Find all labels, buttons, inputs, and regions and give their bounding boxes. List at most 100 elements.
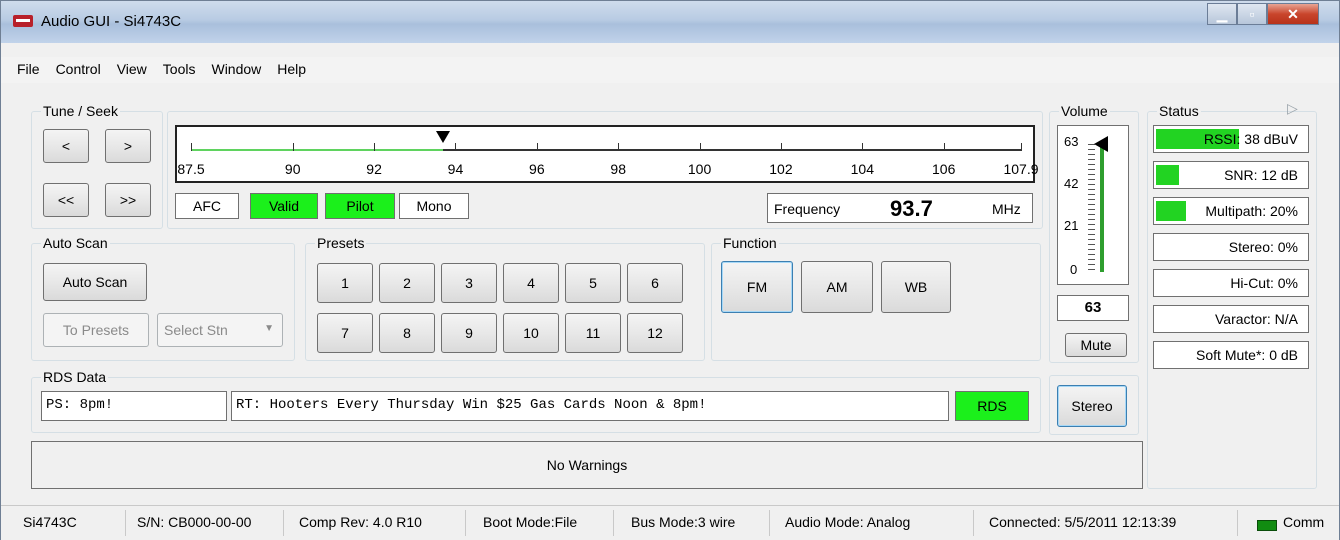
function-am-button[interactable]: AM — [801, 261, 873, 313]
function-wb-button[interactable]: WB — [881, 261, 951, 313]
frequency-value: 93.7 — [890, 196, 933, 221]
expand-arrow-icon[interactable]: ▷ — [1287, 100, 1298, 117]
status-field: Multipath: 20% — [1153, 197, 1309, 225]
frequency-unit: MHz — [992, 201, 1021, 217]
rds-rt-field: RT: Hooters Every Thursday Win $25 Gas C… — [231, 391, 949, 421]
tuner-tick-label: 92 — [366, 161, 382, 177]
afc-indicator: AFC — [175, 193, 239, 219]
tuner-tick-mark — [699, 143, 701, 151]
volume-tick-0: 0 — [1070, 262, 1078, 277]
status-field: SNR: 12 dB — [1153, 161, 1309, 189]
preset-button-8[interactable]: 8 — [379, 313, 435, 353]
window-title: Audio GUI - Si4743C — [41, 13, 182, 30]
statusbar-comp-rev: Comp Rev: 4.0 R10 — [299, 514, 422, 530]
warnings-bar: No Warnings — [31, 441, 1143, 489]
preset-button-9[interactable]: 9 — [441, 313, 497, 353]
preset-button-1[interactable]: 1 — [317, 263, 373, 303]
close-button[interactable]: ✕ — [1267, 3, 1319, 25]
valid-indicator: Valid — [250, 193, 318, 219]
status-field-text: SNR: 12 dB — [1224, 167, 1298, 183]
statusbar-chip: Si4743C — [23, 514, 77, 530]
status-level-bar — [1156, 201, 1186, 221]
to-presets-button[interactable]: To Presets — [43, 313, 149, 347]
status-field: RSSI: 38 dBuV — [1153, 125, 1309, 153]
function-label: Function — [721, 235, 779, 251]
preset-button-10[interactable]: 10 — [503, 313, 559, 353]
status-bar: Si4743C S/N: CB000-00-00 Comp Rev: 4.0 R… — [1, 505, 1339, 540]
statusbar-comm: Comm — [1283, 514, 1325, 530]
preset-button-11[interactable]: 11 — [565, 313, 621, 353]
rds-indicator: RDS — [955, 391, 1029, 421]
tuner-tick-mark — [191, 143, 192, 151]
preset-button-4[interactable]: 4 — [503, 263, 559, 303]
menu-view[interactable]: View — [109, 57, 155, 83]
rds-label: RDS Data — [41, 369, 109, 385]
tuner-tick-label: 102 — [769, 161, 793, 177]
volume-tick-21: 21 — [1064, 218, 1079, 233]
preset-button-3[interactable]: 3 — [441, 263, 497, 303]
statusbar-bus-mode: Bus Mode:3 wire — [631, 514, 736, 530]
main-window: Audio GUI - Si4743C ▁ ▫ ✕ File Control V… — [0, 0, 1340, 540]
tuner-tick-label: 100 — [687, 161, 712, 177]
tuner-tuned-range — [191, 149, 444, 151]
tuner-tick-mark — [292, 143, 294, 151]
volume-label: Volume — [1059, 103, 1110, 119]
preset-button-5[interactable]: 5 — [565, 263, 621, 303]
seek-down-button[interactable]: << — [43, 183, 89, 217]
status-field-text: Varactor: N/A — [1215, 311, 1298, 327]
menu-file[interactable]: File — [9, 57, 48, 83]
preset-button-2[interactable]: 2 — [379, 263, 435, 303]
tuner-tick-label: 106 — [932, 161, 956, 177]
status-field: Soft Mute*: 0 dB — [1153, 341, 1309, 369]
title-bar: Audio GUI - Si4743C ▁ ▫ ✕ — [1, 1, 1339, 43]
select-station-dropdown[interactable]: Select Stn ▼ — [157, 313, 283, 347]
menu-window[interactable]: Window — [203, 57, 269, 83]
volume-scale — [1088, 144, 1095, 272]
preset-button-6[interactable]: 6 — [627, 263, 683, 303]
volume-tick-42: 42 — [1064, 176, 1079, 191]
tune-down-button[interactable]: < — [43, 129, 89, 163]
tuner-tick-label: 90 — [284, 161, 301, 177]
preset-button-12[interactable]: 12 — [627, 313, 683, 353]
seek-up-button[interactable]: >> — [105, 183, 151, 217]
tuner-tick-label: 107.9 — [1003, 161, 1039, 177]
menu-control[interactable]: Control — [48, 57, 109, 83]
status-level-bar — [1156, 165, 1179, 185]
preset-button-7[interactable]: 7 — [317, 313, 373, 353]
select-station-placeholder: Select Stn — [164, 322, 228, 338]
frequency-display: Frequency 93.7 MHz — [767, 193, 1033, 223]
status-field: Varactor: N/A — [1153, 305, 1309, 333]
volume-thumb-icon[interactable] — [1094, 136, 1108, 152]
status-label: Status — [1157, 103, 1201, 119]
frequency-label: Frequency — [774, 201, 841, 217]
function-fm-button[interactable]: FM — [721, 261, 793, 313]
mute-button[interactable]: Mute — [1065, 333, 1127, 357]
tuner-tick-label: 104 — [850, 161, 874, 177]
volume-slider[interactable]: 63 42 21 0 — [1057, 125, 1129, 285]
tuner-tick-label: 94 — [447, 161, 464, 177]
status-field-text: RSSI: 38 dBuV — [1203, 131, 1298, 147]
status-field: Hi-Cut: 0% — [1153, 269, 1309, 297]
tuner-tick-mark — [374, 143, 376, 151]
pilot-indicator: Pilot — [325, 193, 395, 219]
tuner-scale[interactable]: 87.5 90 92 94 96 98 100 102 104 106 107.9 — [175, 125, 1039, 183]
tuner-tick-mark — [943, 143, 945, 151]
minimize-button[interactable]: ▁ — [1207, 3, 1237, 25]
maximize-button[interactable]: ▫ — [1237, 3, 1267, 25]
tuner-pointer-icon[interactable] — [436, 131, 451, 143]
rds-ps-field: PS: 8pm! — [41, 391, 227, 421]
mono-indicator: Mono — [399, 193, 469, 219]
menu-tools[interactable]: Tools — [155, 57, 204, 83]
auto-scan-button[interactable]: Auto Scan — [43, 263, 147, 301]
tuner-tick-label: 96 — [529, 161, 545, 177]
stereo-button[interactable]: Stereo — [1057, 385, 1127, 427]
tune-seek-label: Tune / Seek — [41, 103, 120, 119]
status-field-text: Stereo: 0% — [1228, 239, 1298, 255]
statusbar-boot-mode: Boot Mode:File — [483, 514, 578, 530]
app-logo-icon — [13, 15, 33, 27]
tune-up-button[interactable]: > — [105, 129, 151, 163]
status-field-text: Multipath: 20% — [1205, 203, 1298, 219]
statusbar-audio-mode: Audio Mode: Analog — [785, 514, 911, 530]
menu-bar: File Control View Tools Window Help — [1, 57, 1339, 83]
menu-help[interactable]: Help — [269, 57, 314, 83]
